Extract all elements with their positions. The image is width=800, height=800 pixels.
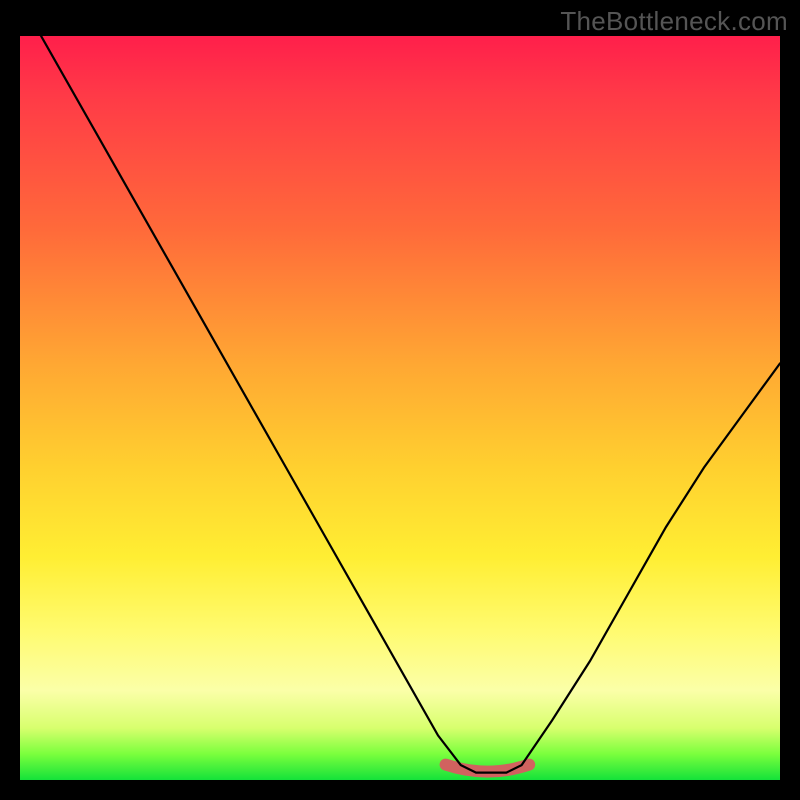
watermark-text: TheBottleneck.com xyxy=(560,6,788,37)
curve-svg xyxy=(20,36,780,780)
chart-frame: TheBottleneck.com xyxy=(0,0,800,800)
bottleneck-curve xyxy=(20,36,780,773)
plot-area xyxy=(20,36,780,780)
